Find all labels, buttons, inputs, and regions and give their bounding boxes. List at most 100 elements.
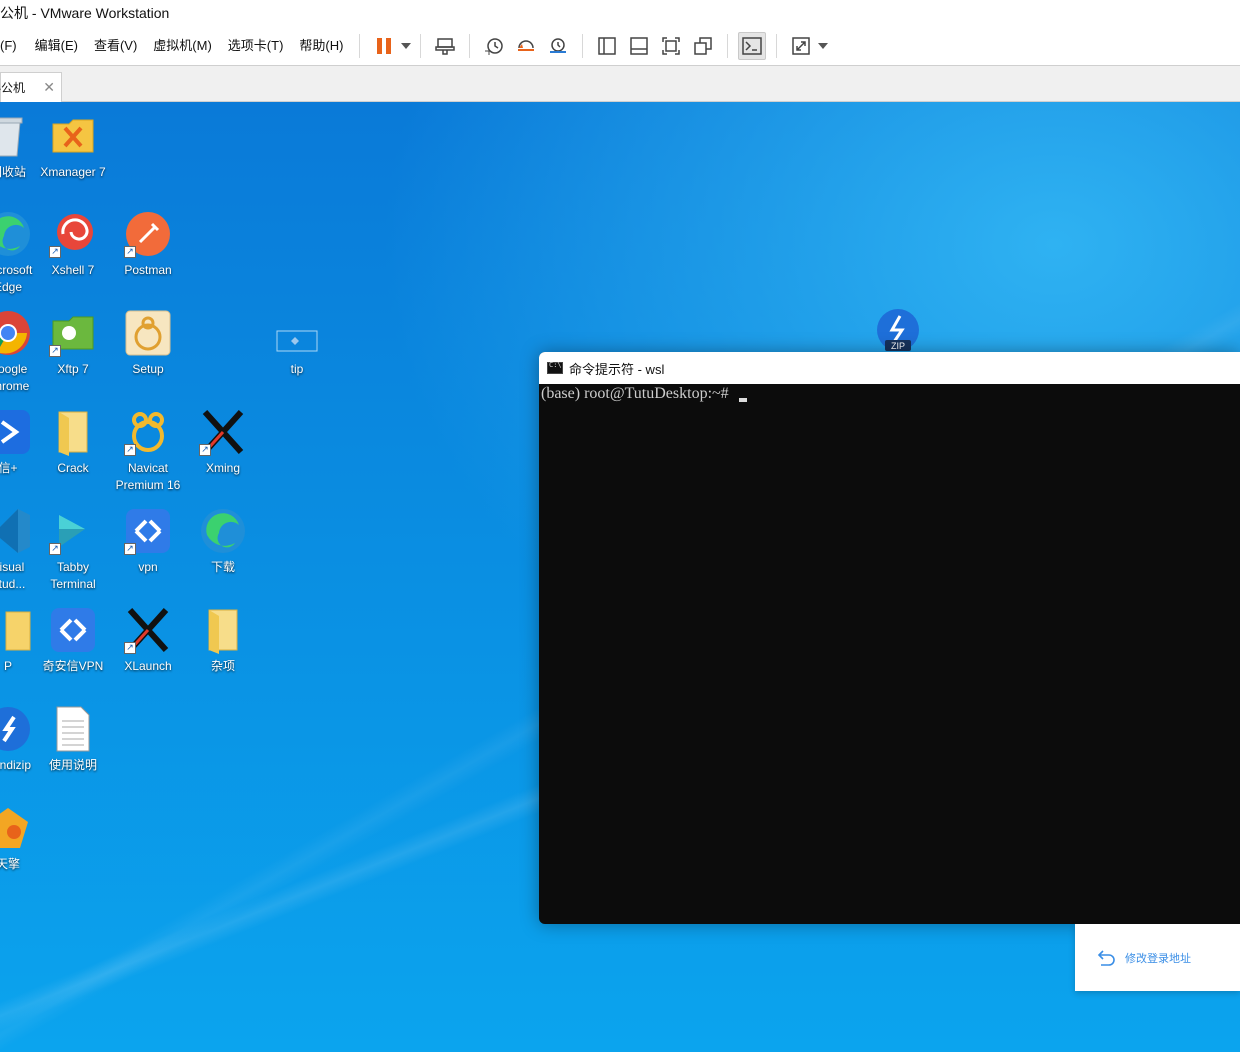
vscode-icon: [0, 507, 32, 555]
terminal-title-bar[interactable]: 命令提示符 - wsl: [539, 352, 1240, 384]
desktop-icon-xming[interactable]: ↗ Xming: [185, 408, 261, 477]
shortcut-arrow-icon: ↗: [49, 345, 61, 357]
toolbar-separator: [727, 33, 729, 58]
unity-icon[interactable]: [689, 32, 717, 60]
menu-help[interactable]: 帮助(H): [291, 26, 351, 66]
undo-arrow-icon: [1097, 949, 1115, 966]
desktop-icon-xlaunch[interactable]: ↗ XLaunch: [110, 606, 186, 675]
library-icon[interactable]: [593, 32, 621, 60]
desktop-icon-label: 信+: [0, 461, 18, 475]
pause-icon[interactable]: [370, 32, 398, 60]
desktop-icon-tianqing[interactable]: 天擎: [0, 804, 46, 873]
vm-tab-strip: 办公机 ✕: [0, 66, 1240, 102]
guest-desktop[interactable]: 回收站 Microsoft Edge Google Chrome 信+ Visu…: [0, 102, 1240, 1052]
chrome-icon: [0, 309, 32, 357]
toolbar-separator: [469, 33, 471, 58]
recycle-bin-icon: [0, 112, 32, 160]
desktop-icon-label: Tabby Terminal: [50, 560, 96, 591]
toolbar-separator: [420, 33, 422, 58]
desktop-icon-label: Xftp 7: [57, 362, 89, 376]
vpn-icon: ↗: [124, 507, 172, 555]
qax-plus-icon: [0, 408, 32, 456]
desktop-icon-label: Xming: [205, 461, 240, 475]
desktop-icon-setup[interactable]: Setup: [110, 309, 186, 378]
snapshot-icon[interactable]: [480, 32, 508, 60]
desktop-icon-tip[interactable]: tip: [259, 309, 335, 378]
menu-file[interactable]: (F): [0, 26, 27, 66]
desktop-icon-label: Microsoft Edge: [0, 263, 33, 294]
postman-icon: ↗: [124, 210, 172, 258]
menu-edit[interactable]: 编辑(E): [27, 26, 86, 66]
snapshot-manager-icon[interactable]: [544, 32, 572, 60]
terminal-prompt: (base) root@TutuDesktop:~#: [541, 385, 733, 402]
desktop-icon-readme[interactable]: 使用说明: [35, 705, 111, 774]
desktop-icon-label: 天擎: [0, 857, 20, 871]
revert-snapshot-icon[interactable]: [512, 32, 540, 60]
edge-icon: [199, 507, 247, 555]
desktop-icon-misc[interactable]: 杂项: [185, 606, 261, 675]
close-icon[interactable]: ✕: [43, 80, 55, 96]
desktop-icon-xshell[interactable]: ↗ Xshell 7: [35, 210, 111, 279]
menu-toolbar-bar: (F) 编辑(E) 查看(V) 虚拟机(M) 选项卡(T) 帮助(H): [0, 26, 1240, 66]
console-icon[interactable]: [738, 31, 767, 60]
desktop-icon-label: XLaunch: [124, 659, 172, 673]
toolbar-separator: [582, 33, 584, 58]
desktop-icon-label: 下载: [210, 560, 235, 574]
desktop-icon-xftp[interactable]: ↗ Xftp 7: [35, 309, 111, 378]
xming-icon: ↗: [199, 408, 247, 456]
tianqing-icon: [0, 804, 32, 852]
desktop-icon-label: P: [3, 659, 12, 673]
desktop-icon-label: 回收站: [0, 165, 26, 179]
toolbar-separator: [359, 33, 361, 58]
desktop-icon-crack[interactable]: Crack: [35, 408, 111, 477]
change-login-address-link[interactable]: 修改登录地址: [1125, 950, 1191, 966]
shortcut-arrow-icon: ↗: [124, 246, 136, 258]
desktop-icon-label: tip: [290, 362, 304, 376]
desktop-icon-label: Google Chrome: [0, 362, 30, 393]
terminal-body[interactable]: (base) root@TutuDesktop:~#: [539, 384, 1240, 404]
menu-vm[interactable]: 虚拟机(M): [145, 26, 220, 66]
fullscreen-icon[interactable]: [657, 32, 685, 60]
chevron-down-icon[interactable]: [817, 32, 829, 60]
desktop-icon-label: Postman: [124, 263, 172, 277]
desktop-icon-label: Xmanager 7: [40, 165, 106, 179]
desktop-icon-download[interactable]: 下载: [185, 507, 261, 576]
desktop-icon-label: Visual Stud...: [0, 560, 26, 591]
navicat-icon: ↗: [124, 408, 172, 456]
menu-view[interactable]: 查看(V): [86, 26, 145, 66]
desktop-icon-label: Navicat Premium 16: [115, 461, 181, 492]
desktop-icon-qax-vpn[interactable]: 奇安信VPN: [35, 606, 111, 675]
bandizip-float-icon[interactable]: ZIP: [876, 308, 920, 352]
terminal-title: 命令提示符 - wsl: [569, 361, 665, 377]
desktop-icon-postman[interactable]: ↗ Postman: [110, 210, 186, 279]
desktop-icon-label: Bandizip: [0, 758, 32, 772]
desktop-icon-xmanager[interactable]: Xmanager 7: [35, 112, 111, 181]
tab-vm[interactable]: 办公机 ✕: [0, 72, 62, 102]
chevron-down-icon[interactable]: [400, 32, 412, 60]
desktop-icon-tabby[interactable]: ↗ Tabby Terminal: [35, 507, 111, 593]
desktop-icon-label: Crack: [57, 461, 89, 475]
shortcut-arrow-icon: ↗: [124, 642, 136, 654]
text-file-icon: [49, 705, 97, 753]
send-keys-icon[interactable]: [431, 32, 459, 60]
bandizip-icon: [0, 705, 32, 753]
xmanager-icon: [49, 112, 97, 160]
desktop-icon-vpn[interactable]: ↗ vpn: [110, 507, 186, 576]
menu-tabs[interactable]: 选项卡(T): [220, 26, 292, 66]
shortcut-arrow-icon: ↗: [49, 246, 61, 258]
terminal-window[interactable]: 命令提示符 - wsl (base) root@TutuDesktop:~#: [539, 352, 1240, 924]
edge-icon: [0, 210, 32, 258]
window-title: 办公机 - VMware Workstation: [0, 5, 170, 21]
terminal-cursor: [738, 398, 747, 402]
desktop-icon-label: 杂项: [210, 659, 235, 673]
desktop-icon-navicat[interactable]: ↗ Navicat Premium 16: [110, 408, 186, 494]
xlaunch-icon: ↗: [124, 606, 172, 654]
stretch-icon[interactable]: [787, 32, 815, 60]
shortcut-arrow-icon: ↗: [199, 444, 211, 456]
thumbnail-icon[interactable]: [625, 32, 653, 60]
tip-file-icon: [273, 309, 321, 357]
login-popup: 修改登录地址: [1075, 924, 1240, 991]
desktop-icon-label: Xshell 7: [51, 263, 95, 277]
folder-icon: [199, 606, 247, 654]
shortcut-arrow-icon: ↗: [124, 543, 136, 555]
